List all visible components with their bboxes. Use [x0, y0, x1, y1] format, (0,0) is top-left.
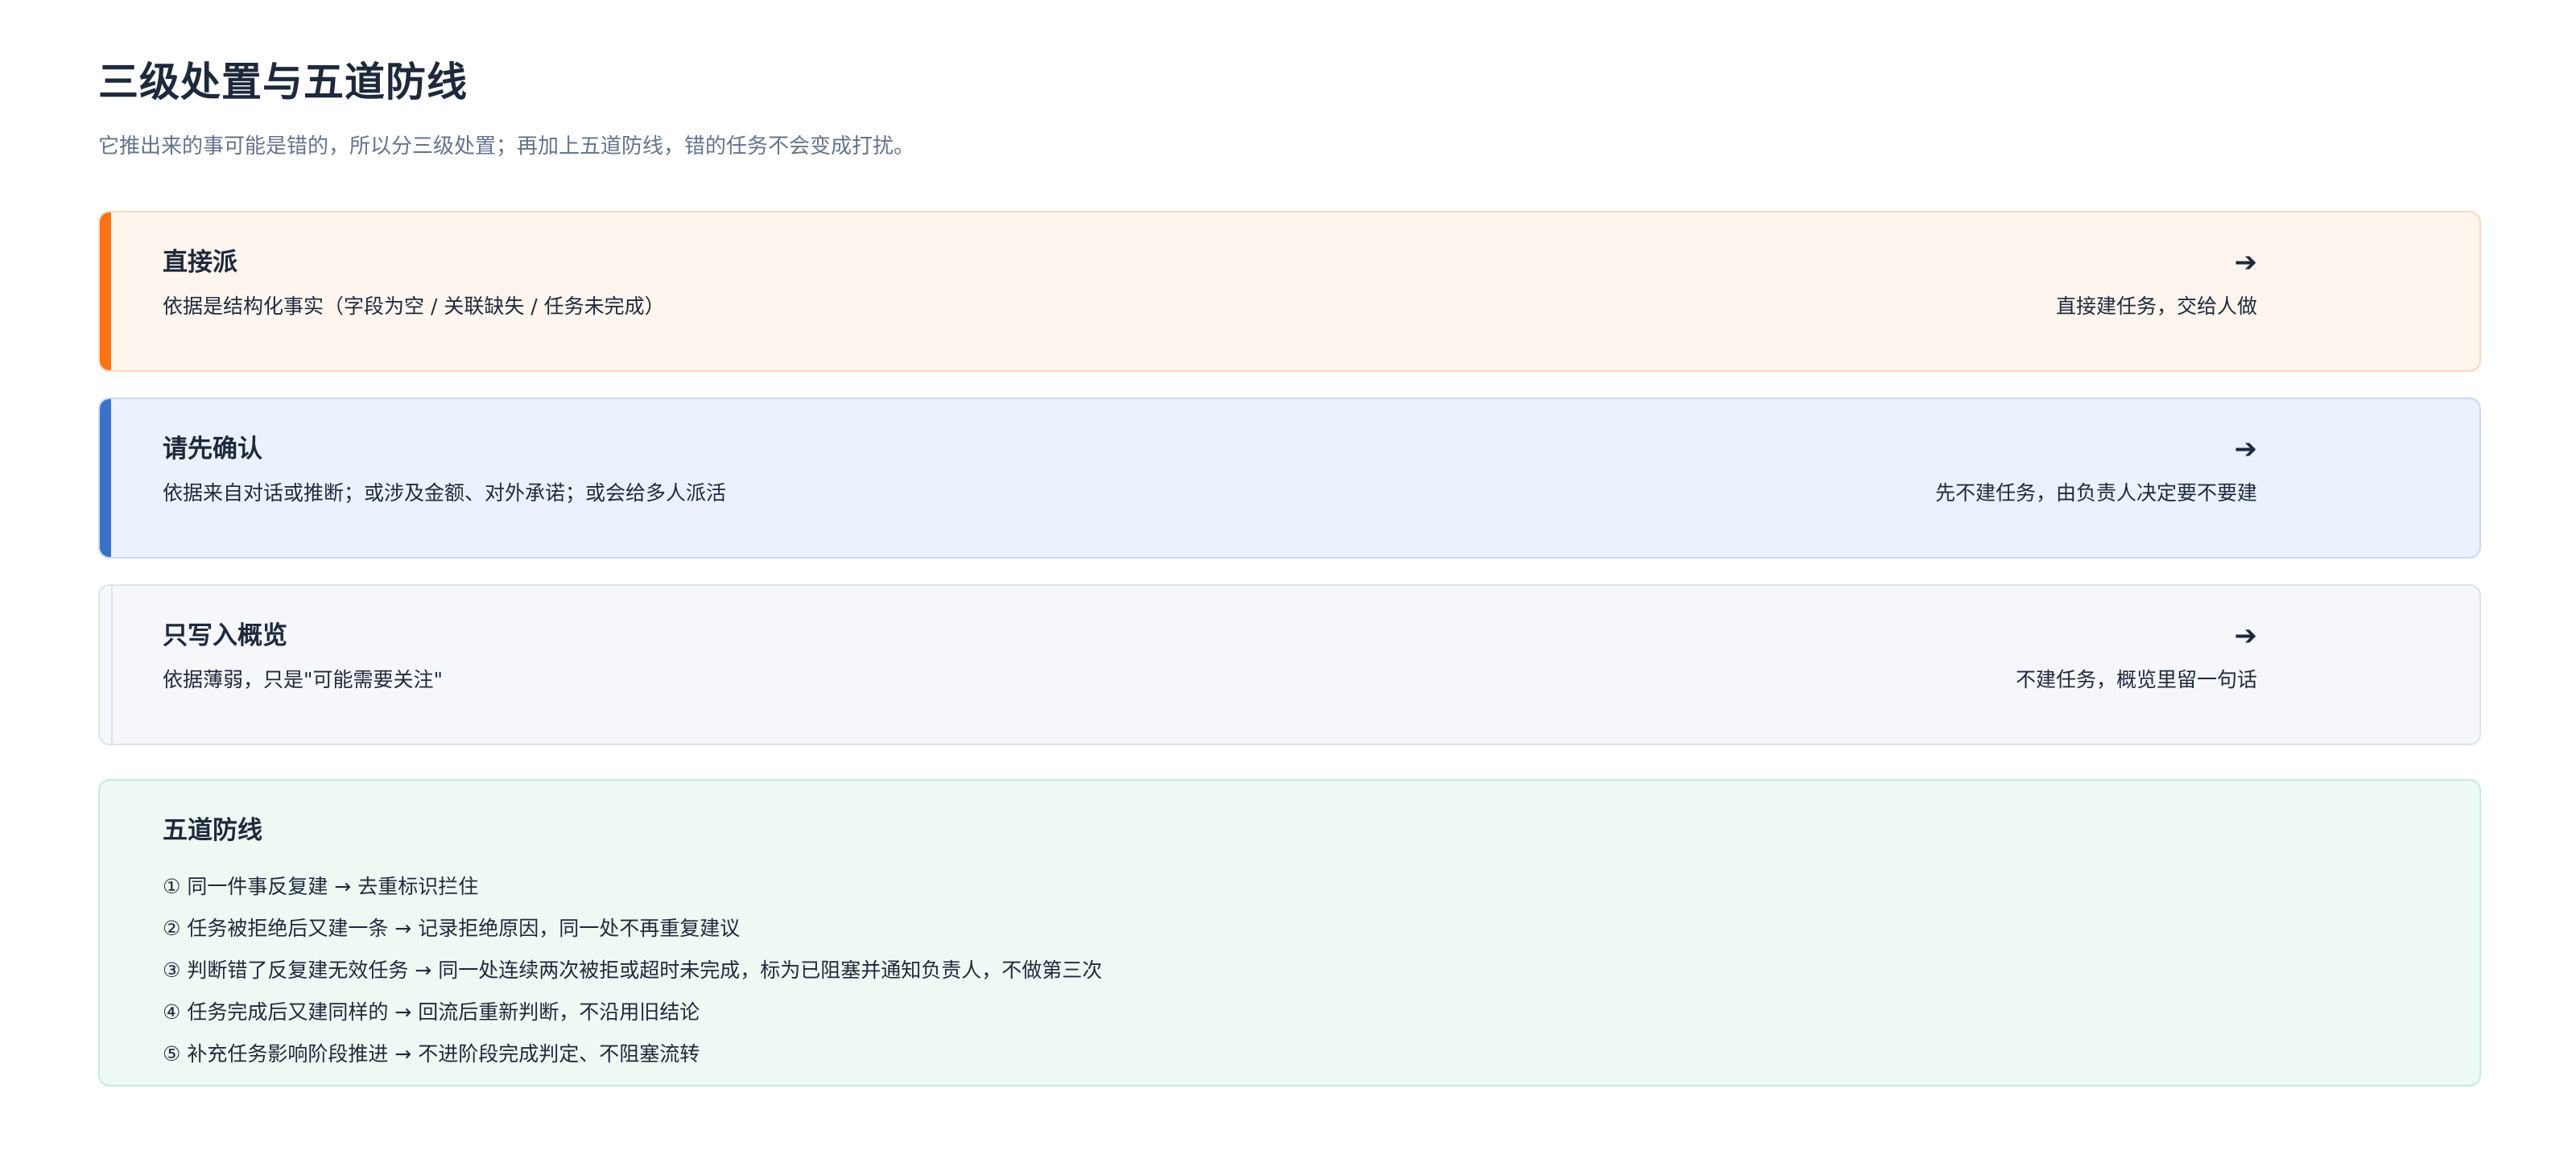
- arrow-right-icon: ➔: [2234, 433, 2258, 465]
- tier-card-confirm: 请先确认 依据来自对话或推断；或涉及金额、对外承诺；或会给多人派活 ➔ 先不建任…: [98, 398, 2481, 559]
- defense-item: ① 同一件事反复建 → 去重标识拦住: [163, 875, 479, 898]
- tier-accent-bar: [100, 586, 113, 744]
- tier-description: 依据来自对话或推断；或涉及金额、对外承诺；或会给多人派活: [163, 481, 727, 505]
- arrow-right-icon: ➔: [2234, 620, 2258, 652]
- page-subtitle: 它推出来的事可能是错的，所以分三级处置；再加上五道防线，错的任务不会变成打扰。: [98, 134, 915, 159]
- defense-card: 五道防线 ① 同一件事反复建 → 去重标识拦住 ② 任务被拒绝后又建一条 → 记…: [98, 779, 2481, 1086]
- tier-info: 请先确认 依据来自对话或推断；或涉及金额、对外承诺；或会给多人派活: [163, 431, 726, 509]
- tier-list: 直接派 依据是结构化事实（字段为空 / 关联缺失 / 任务未完成） ➔ 直接建任…: [98, 211, 2481, 745]
- defense-item: ② 任务被拒绝后又建一条 → 记录拒绝原因，同一处不再重复建议: [163, 917, 741, 940]
- page: 三级处置与五道防线 它推出来的事可能是错的，所以分三级处置；再加上五道防线，错的…: [0, 0, 2576, 1175]
- tier-outcome: ➔ 不建任务，概览里留一句话: [2016, 618, 2257, 695]
- tier-outcome: ➔ 先不建任务，由负责人决定要不要建: [1935, 431, 2257, 509]
- tier-title: 只写入概览: [163, 621, 287, 650]
- tier-outcome: ➔ 直接建任务，交给人做: [2056, 245, 2257, 322]
- defense-item: ⑤ 补充任务影响阶段推进 → 不进阶段完成判定、不阻塞流转: [163, 1042, 700, 1066]
- arrow-right-icon: ➔: [2234, 246, 2258, 278]
- tier-info: 直接派 依据是结构化事实（字段为空 / 关联缺失 / 任务未完成）: [163, 245, 665, 322]
- defense-list: ① 同一件事反复建 → 去重标识拦住 ② 任务被拒绝后又建一条 → 记录拒绝原因…: [163, 866, 2417, 1075]
- tier-info: 只写入概览 依据薄弱，只是"可能需要关注": [163, 618, 443, 695]
- tier-action: 先不建任务，由负责人决定要不要建: [1934, 481, 2257, 505]
- tier-card-direct: 直接派 依据是结构化事实（字段为空 / 关联缺失 / 任务未完成） ➔ 直接建任…: [98, 211, 2481, 372]
- page-title: 三级处置与五道防线: [98, 59, 468, 105]
- tier-accent-bar: [100, 212, 111, 370]
- tier-accent-bar: [100, 399, 111, 557]
- tier-description: 依据是结构化事实（字段为空 / 关联缺失 / 任务未完成）: [163, 295, 665, 318]
- defense-title: 五道防线: [163, 816, 262, 845]
- tier-title: 直接派: [163, 248, 237, 277]
- defense-item: ③ 判断错了反复建无效任务 → 同一处连续两次被拒或超时未完成，标为已阻塞并通知…: [163, 959, 1103, 982]
- tier-card-overview: 只写入概览 依据薄弱，只是"可能需要关注" ➔ 不建任务，概览里留一句话: [98, 584, 2481, 745]
- tier-description: 依据薄弱，只是"可能需要关注": [163, 668, 443, 691]
- tier-action: 不建任务，概览里留一句话: [2015, 668, 2257, 691]
- defense-item: ④ 任务完成后又建同样的 → 回流后重新判断，不沿用旧结论: [163, 1000, 700, 1024]
- tier-title: 请先确认: [163, 435, 262, 464]
- tier-action: 直接建任务，交给人做: [2055, 295, 2257, 318]
